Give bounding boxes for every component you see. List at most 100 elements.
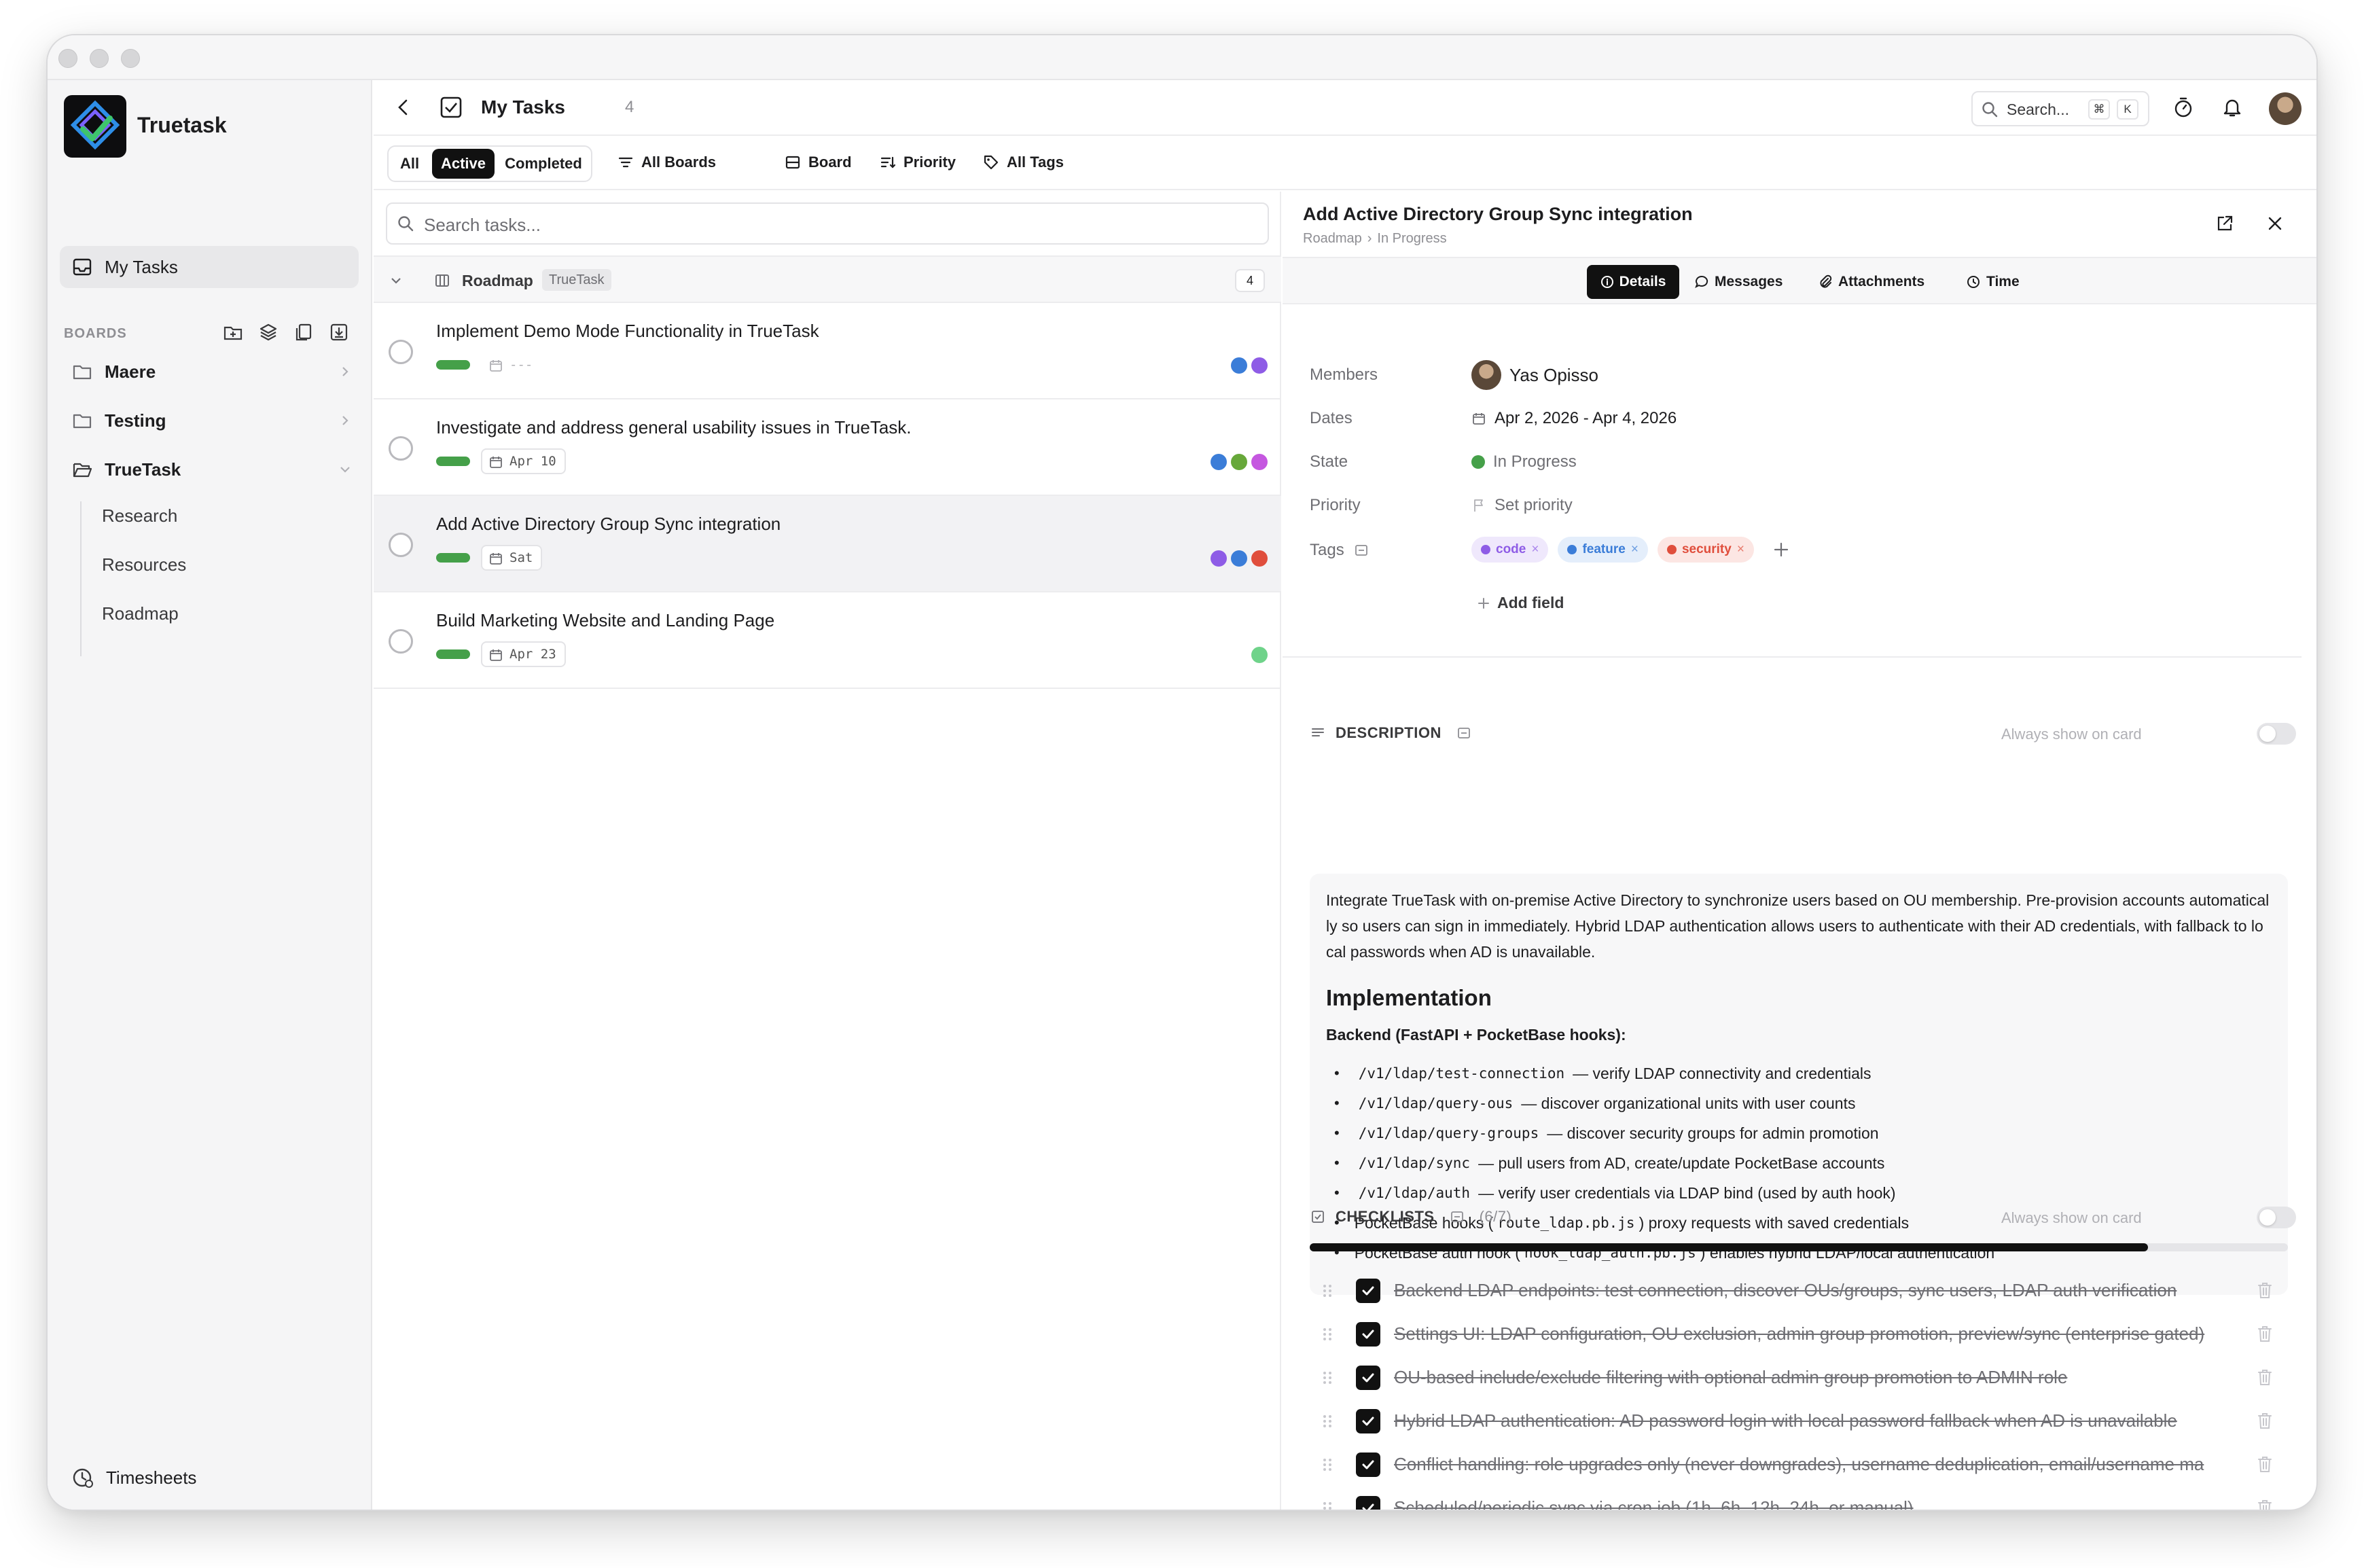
task-search[interactable]: Search tasks...	[386, 202, 1269, 245]
checklist-checkbox[interactable]	[1356, 1453, 1380, 1477]
new-folder-icon[interactable]	[223, 322, 243, 342]
tag-code[interactable]: code ×	[1471, 537, 1549, 563]
description-show-toggle[interactable]	[2257, 723, 2296, 745]
checklist-show-toggle[interactable]	[2257, 1207, 2296, 1228]
tag-feature[interactable]: feature ×	[1558, 537, 1648, 563]
dates-value[interactable]: Apr 2, 2026 - Apr 4, 2026	[1471, 409, 1677, 428]
open-external-icon[interactable]	[2215, 213, 2235, 234]
due-date[interactable]: Apr 10	[481, 448, 566, 474]
card-icon[interactable]	[1450, 1209, 1465, 1224]
checklist-item[interactable]: Settings UI: LDAP configuration, OU excl…	[1310, 1313, 2288, 1356]
task-complete-toggle[interactable]	[389, 340, 413, 364]
trash-icon[interactable]	[2255, 1410, 2274, 1431]
tab-attachments[interactable]: Attachments	[1814, 265, 1929, 299]
layers-icon[interactable]	[258, 322, 279, 342]
checklist-item[interactable]: OU-based include/exclude filtering with …	[1310, 1356, 2288, 1400]
task-row[interactable]: Investigate and address general usabilit…	[374, 399, 1281, 496]
checklist-checkbox[interactable]	[1356, 1496, 1380, 1510]
board-group-button[interactable]: Board	[784, 147, 852, 178]
trash-icon[interactable]	[2255, 1454, 2274, 1474]
tag-remove-button[interactable]: ×	[1631, 542, 1638, 557]
checklist-checkbox[interactable]	[1356, 1366, 1380, 1390]
trash-icon[interactable]	[2255, 1497, 2274, 1510]
drag-handle-icon[interactable]	[1321, 1326, 1334, 1342]
close-window-button[interactable]	[58, 49, 77, 68]
checklist-checkbox[interactable]	[1356, 1322, 1380, 1347]
dates-text: Apr 2, 2026 - Apr 4, 2026	[1494, 409, 1677, 427]
drag-handle-icon[interactable]	[1321, 1457, 1334, 1473]
breadcrumb-board[interactable]: Roadmap	[1303, 231, 1362, 247]
checklist-item-text[interactable]: OU-based include/exclude filtering with …	[1394, 1367, 2243, 1388]
tag-security[interactable]: security ×	[1657, 537, 1754, 563]
checklist-checkbox[interactable]	[1356, 1279, 1380, 1303]
member-chip[interactable]: Yas Opisso	[1471, 360, 1598, 390]
checklist-item-text[interactable]: Conflict handling: role upgrades only (n…	[1394, 1454, 2243, 1475]
checklist-item-text[interactable]: Backend LDAP endpoints: test connection,…	[1394, 1280, 2243, 1301]
add-tag-icon[interactable]	[1772, 540, 1791, 559]
sidebar-item-resources[interactable]: Resources	[94, 544, 352, 586]
tab-messages[interactable]: Messages	[1690, 265, 1787, 299]
tag-remove-button[interactable]: ×	[1531, 542, 1539, 557]
trash-icon[interactable]	[2255, 1367, 2274, 1387]
all-tags-filter[interactable]: All Tags	[982, 147, 1064, 178]
priority-sort-button[interactable]: Priority	[879, 147, 956, 178]
trash-icon[interactable]	[2255, 1280, 2274, 1300]
drag-handle-icon[interactable]	[1321, 1370, 1334, 1386]
filter-all[interactable]: All	[393, 149, 427, 179]
description-content[interactable]: Integrate TrueTask with on-premise Activ…	[1310, 874, 2288, 1295]
group-header[interactable]: Roadmap TrueTask 4	[374, 255, 1281, 303]
checklist-item[interactable]: Hybrid LDAP authentication: AD password …	[1310, 1400, 2288, 1443]
checklist-item[interactable]: Scheduled/periodic sync via cron job (1h…	[1310, 1486, 2288, 1510]
filter-completed[interactable]: Completed	[497, 149, 590, 179]
sidebar-item-research[interactable]: Research	[94, 495, 352, 537]
task-row[interactable]: Build Marketing Website and Landing Page…	[374, 592, 1281, 689]
due-date[interactable]: Sat	[481, 545, 543, 571]
tag-remove-button[interactable]: ×	[1737, 542, 1744, 557]
add-field-button[interactable]: Add field	[1477, 594, 1564, 612]
task-row[interactable]: Implement Demo Mode Functionality in Tru…	[374, 303, 1281, 399]
drag-handle-icon[interactable]	[1321, 1413, 1334, 1429]
back-icon[interactable]	[393, 96, 414, 118]
tag-settings-icon[interactable]	[1354, 543, 1369, 558]
card-icon[interactable]	[1456, 726, 1471, 741]
global-search[interactable]: Search... ⌘ K	[1971, 91, 2149, 126]
tab-details[interactable]: Details	[1587, 265, 1679, 299]
checklist-item[interactable]: Conflict handling: role upgrades only (n…	[1310, 1443, 2288, 1486]
task-row-selected[interactable]: Add Active Directory Group Sync integrat…	[374, 496, 1281, 592]
bell-icon[interactable]	[2220, 95, 2244, 120]
filter-active[interactable]: Active	[432, 149, 495, 179]
sidebar-item-my-tasks[interactable]: My Tasks	[60, 246, 359, 288]
sidebar-item-truetask[interactable]: TrueTask	[60, 448, 359, 491]
task-complete-toggle[interactable]	[389, 436, 413, 461]
trash-icon[interactable]	[2255, 1323, 2274, 1344]
tag-label: code	[1496, 542, 1526, 556]
close-icon[interactable]	[2265, 213, 2285, 234]
import-icon[interactable]	[329, 322, 349, 342]
drag-handle-icon[interactable]	[1321, 1283, 1334, 1299]
scrollbar[interactable]	[2316, 311, 2318, 1439]
sidebar-item-roadmap[interactable]: Roadmap	[94, 592, 352, 635]
zoom-window-button[interactable]	[121, 49, 140, 68]
timer-icon[interactable]	[2171, 95, 2196, 120]
checklist-item-text[interactable]: Hybrid LDAP authentication: AD password …	[1394, 1410, 2243, 1431]
copy-icon[interactable]	[293, 322, 314, 342]
state-value[interactable]: In Progress	[1471, 452, 1577, 471]
checklist-item-text[interactable]: Settings UI: LDAP configuration, OU excl…	[1394, 1323, 2243, 1344]
sidebar-item-testing[interactable]: Testing	[60, 399, 359, 442]
task-complete-toggle[interactable]	[389, 533, 413, 557]
task-complete-toggle[interactable]	[389, 629, 413, 654]
priority-value[interactable]: Set priority	[1471, 496, 1573, 515]
bullet-post: ) proxy requests with saved credentials	[1638, 1213, 1910, 1232]
avatar[interactable]	[2269, 92, 2302, 125]
minimize-window-button[interactable]	[90, 49, 109, 68]
all-boards-filter[interactable]: All Boards	[617, 147, 716, 178]
sidebar-item-timesheets[interactable]: Timesheets	[60, 1457, 359, 1499]
tab-time[interactable]: Time	[1962, 265, 2024, 299]
drag-handle-icon[interactable]	[1321, 1500, 1334, 1510]
due-date[interactable]: ---	[481, 352, 543, 378]
due-date[interactable]: Apr 23	[481, 641, 566, 667]
sidebar-item-maere[interactable]: Maere	[60, 351, 359, 393]
checklist-checkbox[interactable]	[1356, 1409, 1380, 1433]
checklist-item[interactable]: Backend LDAP endpoints: test connection,…	[1310, 1269, 2288, 1313]
checklist-item-text[interactable]: Scheduled/periodic sync via cron job (1h…	[1394, 1497, 2243, 1510]
